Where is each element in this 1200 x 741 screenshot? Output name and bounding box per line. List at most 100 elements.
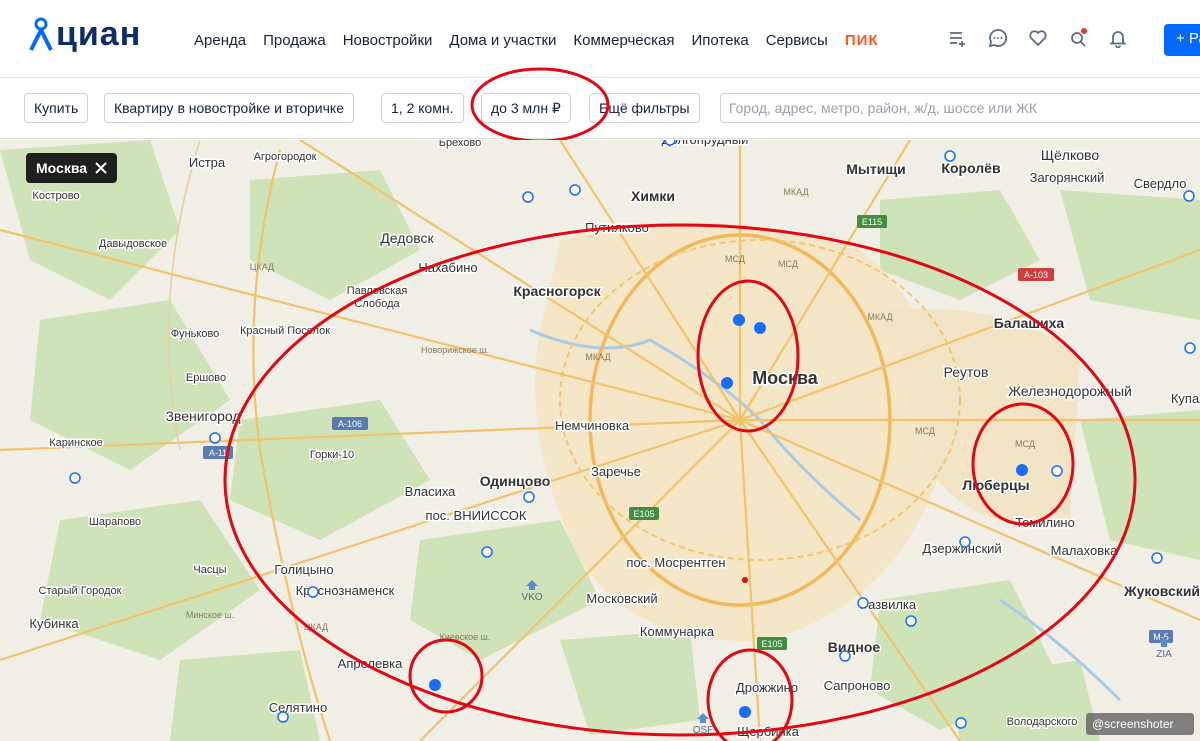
place-label: Немчиновка [555, 418, 630, 433]
listing-marker[interactable] [754, 322, 766, 334]
place-label: Шарапово [89, 516, 141, 528]
road-label: МКАД [783, 187, 808, 197]
place-label: Власиха [405, 484, 457, 499]
place-label: Каринское [49, 437, 103, 449]
place-label: Химки [631, 188, 675, 204]
map-canvas[interactable]: МКАДМСД МСДМКАДМКАДЦКАДЦКАДМСДМСДНоворижс… [0, 140, 1200, 741]
place-label: Селятино [269, 700, 327, 715]
screenshoter-watermark: @screenshoter [1086, 713, 1194, 735]
place-label: Апрелевка [338, 656, 403, 671]
chat-icon[interactable] [988, 28, 1008, 48]
place-label: Москва [752, 368, 819, 388]
price-button[interactable]: до 3 млн ₽ [481, 93, 571, 123]
listing-marker-outline[interactable] [905, 615, 917, 627]
listing-marker[interactable] [1016, 464, 1028, 476]
place-label: Загорянский [1030, 170, 1105, 185]
nav-sale[interactable]: Продажа [263, 32, 326, 49]
place-label: Свердло [1134, 176, 1187, 191]
nav-mortgage[interactable]: Ипотека [691, 32, 748, 49]
highway-shield-label: A-103 [1024, 270, 1048, 280]
road-label: МСД [725, 254, 745, 264]
place-label: пос. ВНИИССОК [426, 508, 527, 523]
listing-marker[interactable] [739, 706, 751, 718]
listing-marker-outline[interactable] [69, 472, 81, 484]
add-listing-button[interactable]: + Ра [1164, 24, 1200, 56]
listing-marker-outline[interactable] [522, 191, 534, 203]
nav-pik[interactable]: ПИК [845, 32, 879, 49]
highway-shield-label: E105 [761, 639, 782, 649]
place-label: Железнодорожный [1008, 383, 1132, 399]
logo-text: циан [56, 14, 142, 53]
deal-type-button[interactable]: Купить [24, 93, 89, 123]
listing-marker[interactable] [733, 314, 745, 326]
object-type-button[interactable]: Квартиру в новостройке и вторичке [104, 93, 354, 123]
place-label: Щёлково [1041, 147, 1099, 163]
place-label: Брехово [439, 140, 482, 149]
place-label: Жуковский [1123, 583, 1200, 599]
header: циан Аренда Продажа Новостройки Дома и у… [0, 0, 1200, 78]
listing-marker-outline[interactable] [481, 546, 493, 558]
place-label: Голицыно [274, 562, 333, 577]
place-label: Одинцово [480, 473, 551, 489]
road-label: МКАД [585, 352, 610, 362]
place-label: Звенигород [165, 408, 240, 424]
place-label: Дедовск [380, 230, 434, 246]
road-label: МСД [778, 259, 798, 269]
road-label: МКАД [867, 312, 892, 322]
header-icons [948, 28, 1128, 48]
place-label: Часцы [193, 564, 226, 576]
place-label: Московский [586, 591, 657, 606]
listing-marker-outline[interactable] [959, 536, 971, 548]
notifications-bell-icon[interactable] [1108, 28, 1128, 48]
listing-marker-outline[interactable] [664, 140, 676, 146]
listing-marker-outline[interactable] [569, 184, 581, 196]
place-label: Агрогородок [254, 151, 317, 163]
place-label: Володарского [1007, 716, 1078, 728]
favorites-heart-icon[interactable] [1028, 28, 1048, 48]
more-filters-button[interactable]: Ещё фильтры [589, 93, 700, 123]
highway-shield-label: E115 [862, 217, 882, 227]
pin-logo-icon [29, 17, 53, 51]
rooms-button[interactable]: 1, 2 комн. [381, 93, 464, 123]
airport-label: VKO [521, 592, 542, 603]
listing-marker-outline[interactable] [944, 150, 956, 162]
place-label: Старый Городок [39, 585, 122, 597]
red-dot [742, 577, 748, 583]
nav-houses[interactable]: Дома и участки [449, 32, 556, 49]
compare-list-icon[interactable] [948, 28, 968, 48]
nav-rent[interactable]: Аренда [194, 32, 246, 49]
listing-marker-outline[interactable] [1051, 465, 1063, 477]
nav-commercial[interactable]: Коммерческая [573, 32, 674, 49]
place-label: Фуньково [171, 328, 220, 340]
listing-marker-outline[interactable] [839, 650, 851, 662]
place-label: Сапроново [824, 678, 891, 693]
listing-marker-outline[interactable] [307, 586, 319, 598]
nav-services[interactable]: Сервисы [766, 32, 828, 49]
listing-marker-outline[interactable] [277, 711, 289, 723]
region-chip[interactable]: Москва [26, 153, 118, 183]
listing-marker-outline[interactable] [857, 597, 869, 609]
road-label: ЦКАД [250, 262, 274, 272]
place-label: Истра [189, 155, 226, 170]
listing-marker-outline[interactable] [1184, 342, 1196, 354]
map[interactable]: МКАД МСД МСД МКАД МКАД ЦКАД ЦКАД МСД МСД Новорижс… [0, 140, 1200, 741]
place-label: Кострово [32, 190, 79, 202]
place-label: Реутов [944, 364, 989, 380]
location-search-input[interactable]: Город, адрес, метро, район, ж/д, шоссе и… [720, 93, 1200, 123]
listing-marker[interactable] [721, 377, 733, 389]
place-label: Давыдовское [99, 238, 167, 250]
listing-marker-outline[interactable] [209, 432, 221, 444]
listing-marker-outline[interactable] [523, 491, 535, 503]
cian-logo[interactable]: циан [28, 12, 141, 56]
listing-marker-outline[interactable] [1183, 190, 1195, 202]
saved-search-icon[interactable] [1068, 28, 1088, 48]
listing-marker-outline[interactable] [955, 717, 967, 729]
highway-shield-label: A-11 [209, 448, 227, 458]
listing-marker[interactable] [429, 679, 441, 691]
place-label: Королёв [941, 160, 1001, 176]
close-icon[interactable] [95, 162, 107, 174]
highway-shield-label: E105 [633, 509, 654, 519]
listing-marker-outline[interactable] [1151, 552, 1163, 564]
road-label: МСД [915, 426, 935, 436]
nav-new-buildings[interactable]: Новостройки [343, 32, 433, 49]
